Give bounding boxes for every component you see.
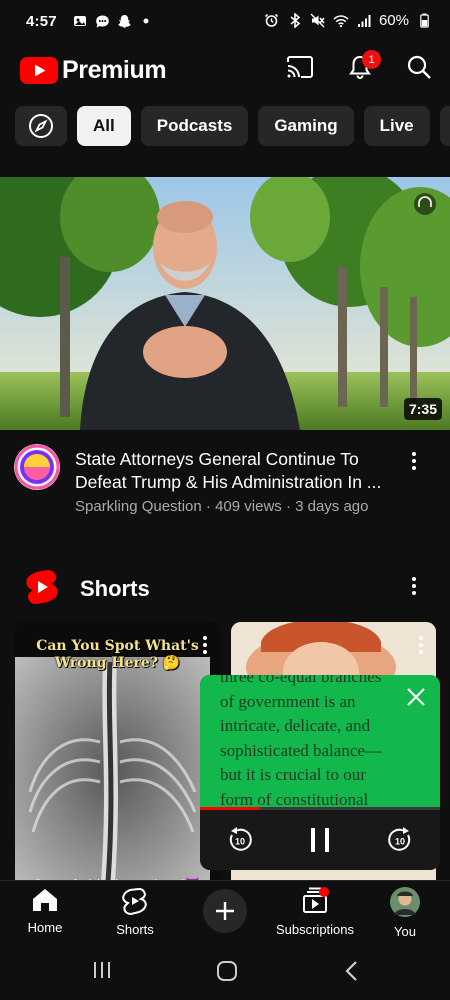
nav-shorts[interactable]: Shorts — [90, 887, 180, 937]
video-more-icon[interactable] — [411, 452, 417, 470]
video-duration: 7:35 — [403, 398, 442, 420]
mini-player-progress[interactable] — [200, 807, 440, 810]
bluetooth-icon — [287, 13, 303, 29]
shorts-icon — [122, 887, 147, 916]
shorts-shelf-header: Shorts — [24, 568, 434, 608]
youtube-logo-icon — [20, 57, 58, 84]
subscriptions-icon — [303, 887, 329, 913]
signal-icon — [356, 13, 372, 29]
chip-all[interactable]: All — [77, 106, 131, 146]
progress-fill — [200, 807, 260, 810]
shorts-logo-icon — [26, 570, 58, 605]
short-1-more-icon[interactable] — [202, 636, 208, 654]
forward-10-icon[interactable]: 10 — [386, 826, 414, 859]
short-card-1[interactable]: Can You Spot What's Wrong Here? 🤔 Do you… — [15, 622, 220, 892]
wifi-icon — [333, 13, 349, 29]
create-icon — [216, 902, 234, 920]
pause-icon[interactable] — [306, 825, 334, 860]
notifications-button[interactable]: 1 — [348, 50, 381, 85]
close-icon[interactable] — [406, 687, 426, 712]
mini-text-line: but it is crucial to our — [220, 765, 366, 784]
app-name: Premium — [62, 56, 167, 84]
chip-more[interactable] — [439, 106, 450, 146]
home-system-icon[interactable] — [216, 960, 238, 987]
mini-text-line: sophisticated balance— — [220, 740, 382, 760]
bottom-navigation: Home Shorts Subscriptions You — [0, 880, 450, 941]
video-title[interactable]: State Attorneys General Continue To Defe… — [75, 448, 395, 494]
nav-you-label: You — [394, 924, 416, 939]
youtube-premium-logo[interactable]: Premium — [20, 56, 167, 85]
top-app-bar: Premium 1 — [0, 44, 450, 96]
shorts-heading: Shorts — [80, 576, 150, 601]
nav-home[interactable]: Home — [0, 887, 90, 935]
status-time: 4:57 — [26, 13, 57, 30]
video-thumbnail[interactable]: 7:35 — [0, 177, 450, 430]
recent-apps-icon[interactable] — [92, 960, 112, 985]
mini-text-line: three co-equal branches — [220, 675, 382, 686]
chip-gaming[interactable]: Gaming — [258, 106, 354, 146]
thumbnail-image — [0, 177, 450, 430]
mini-player-video[interactable]: three co-equal branches of government is… — [200, 675, 440, 809]
create-button[interactable] — [203, 889, 247, 933]
svg-text:10: 10 — [395, 837, 405, 847]
snapchat-icon — [116, 13, 132, 29]
mini-player-text: three co-equal branches of government is… — [220, 675, 425, 809]
mini-text-line: intricate, delicate, and — [220, 716, 371, 735]
mini-player[interactable]: three co-equal branches of government is… — [200, 675, 440, 870]
video-meta: Sparkling Question · 409 views · 3 days … — [75, 498, 369, 515]
mini-text-line: form of constitutional — [220, 789, 369, 809]
battery-icon — [416, 13, 432, 29]
shorts-more-icon[interactable] — [411, 577, 417, 595]
gallery-icon — [72, 13, 88, 29]
nav-subscriptions-label: Subscriptions — [275, 922, 355, 937]
filter-chips: All Podcasts Gaming Live — [0, 106, 450, 150]
alarm-icon — [264, 13, 280, 29]
message-icon — [94, 13, 110, 29]
nav-subscriptions[interactable]: Subscriptions — [270, 887, 360, 937]
nav-shorts-label: Shorts — [116, 922, 154, 937]
chip-live[interactable]: Live — [363, 106, 430, 146]
svg-text:10: 10 — [235, 837, 245, 847]
system-navigation-bar — [0, 940, 450, 1000]
back-icon[interactable] — [344, 960, 360, 987]
replay-10-icon[interactable]: 10 — [226, 826, 254, 859]
dot-icon — [138, 13, 154, 29]
home-icon — [33, 889, 57, 911]
explore-icon — [29, 114, 53, 138]
battery-percent: 60% — [378, 12, 409, 29]
avatar — [390, 887, 420, 917]
nav-you[interactable]: You — [360, 887, 450, 939]
mini-text-line: of government is an — [220, 691, 356, 711]
status-bar: 4:57 60% — [0, 0, 450, 44]
cast-icon[interactable] — [286, 55, 314, 84]
channel-avatar[interactable] — [14, 444, 60, 490]
explore-chip[interactable] — [15, 106, 67, 146]
nav-home-label: Home — [27, 920, 63, 935]
chip-podcasts[interactable]: Podcasts — [140, 106, 249, 146]
short-1-caption: Can You Spot What's Wrong Here? 🤔 — [36, 638, 199, 671]
search-icon[interactable] — [406, 54, 432, 85]
short-2-more-icon[interactable] — [418, 636, 424, 654]
notification-badge: 1 — [362, 50, 381, 69]
mute-icon — [310, 13, 326, 29]
